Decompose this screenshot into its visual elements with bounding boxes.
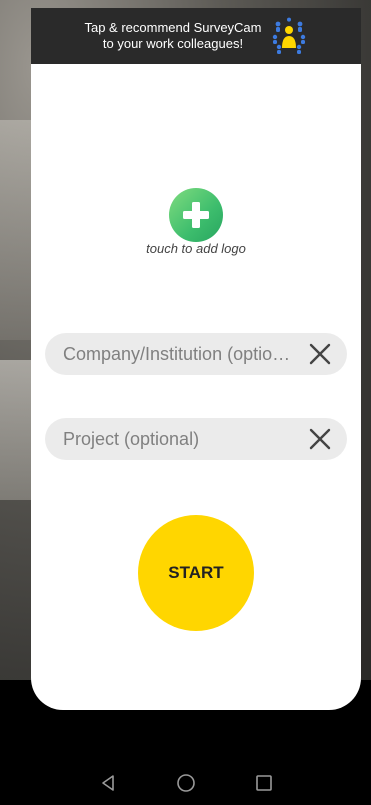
company-input[interactable]	[61, 342, 299, 366]
close-icon	[309, 343, 331, 365]
project-input[interactable]	[61, 427, 299, 451]
recents-square-icon	[255, 774, 272, 791]
nav-recents-button[interactable]	[225, 774, 303, 792]
recommend-text: Tap & recommend SurveyCam to your work c…	[84, 20, 261, 52]
back-triangle-icon	[101, 774, 114, 791]
close-icon	[309, 428, 331, 450]
add-logo-caption: touch to add logo	[146, 241, 246, 256]
home-circle-icon	[176, 773, 195, 792]
nav-back-button[interactable]	[69, 774, 147, 792]
recommend-text-line1: Tap & recommend SurveyCam	[84, 20, 262, 35]
start-button[interactable]: START	[138, 515, 254, 631]
people-network-icon	[272, 17, 305, 54]
project-field	[45, 418, 347, 460]
setup-card: touch to add logo START	[31, 64, 361, 710]
android-navigation-bar	[0, 760, 371, 805]
clear-project-button[interactable]	[307, 426, 333, 452]
add-logo-button[interactable]	[169, 188, 223, 242]
nav-home-button[interactable]	[147, 773, 225, 793]
company-field	[45, 333, 347, 375]
recommend-text-line2: to your work colleagues!	[102, 36, 244, 51]
recommend-banner[interactable]: Tap & recommend SurveyCam to your work c…	[31, 8, 361, 64]
plus-icon	[183, 202, 209, 228]
clear-company-button[interactable]	[307, 341, 333, 367]
